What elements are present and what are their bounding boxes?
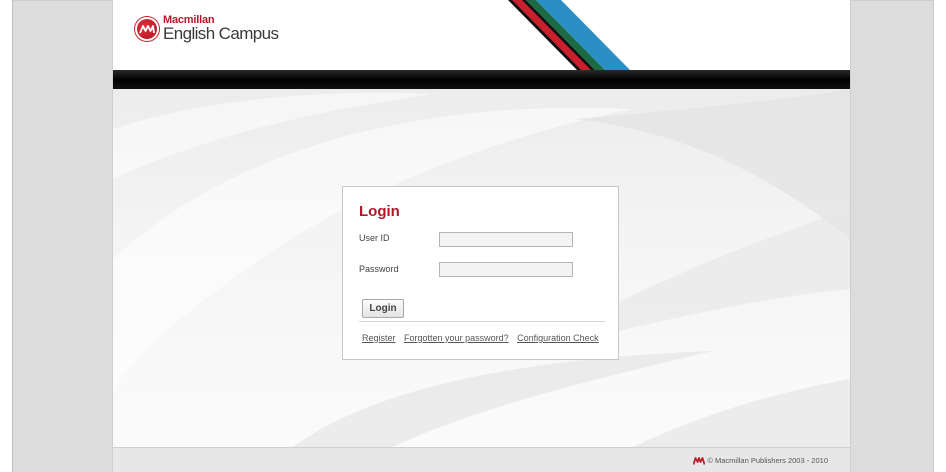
macmillan-small-logo-icon (693, 456, 706, 465)
main-content: Login User ID Password Login Register Fo… (113, 89, 850, 447)
user-id-input[interactable] (439, 232, 573, 247)
forgotten-password-link[interactable]: Forgotten your password? (404, 333, 509, 343)
header: Macmillan English Campus (113, 0, 850, 70)
copyright-text: © Macmillan Publishers 2003 - 2010 (707, 456, 828, 465)
password-input[interactable] (439, 262, 573, 277)
footer: © Macmillan Publishers 2003 - 2010 (113, 447, 850, 472)
login-title: Login (359, 203, 400, 220)
register-link[interactable]: Register (362, 333, 396, 343)
login-divider (359, 321, 605, 322)
right-frame-strip (933, 0, 946, 472)
login-panel: Login User ID Password Login Register Fo… (342, 186, 619, 360)
configuration-check-link[interactable]: Configuration Check (517, 333, 599, 343)
macmillan-logo-icon (135, 16, 159, 41)
login-button[interactable]: Login (362, 299, 404, 318)
left-frame-strip (0, 0, 13, 472)
footer-copyright-block: © Macmillan Publishers 2003 - 2010 (693, 456, 828, 465)
user-id-label: User ID (359, 233, 390, 243)
page-container: Macmillan English Campus Login User ID P… (113, 0, 850, 472)
logo-product-name: English Campus (163, 24, 279, 43)
login-links: Register Forgotten your password? Config… (362, 333, 603, 343)
password-label: Password (359, 264, 399, 274)
navigation-bar (113, 70, 850, 89)
logo[interactable]: Macmillan English Campus (135, 15, 279, 43)
logo-text: Macmillan English Campus (163, 15, 279, 43)
